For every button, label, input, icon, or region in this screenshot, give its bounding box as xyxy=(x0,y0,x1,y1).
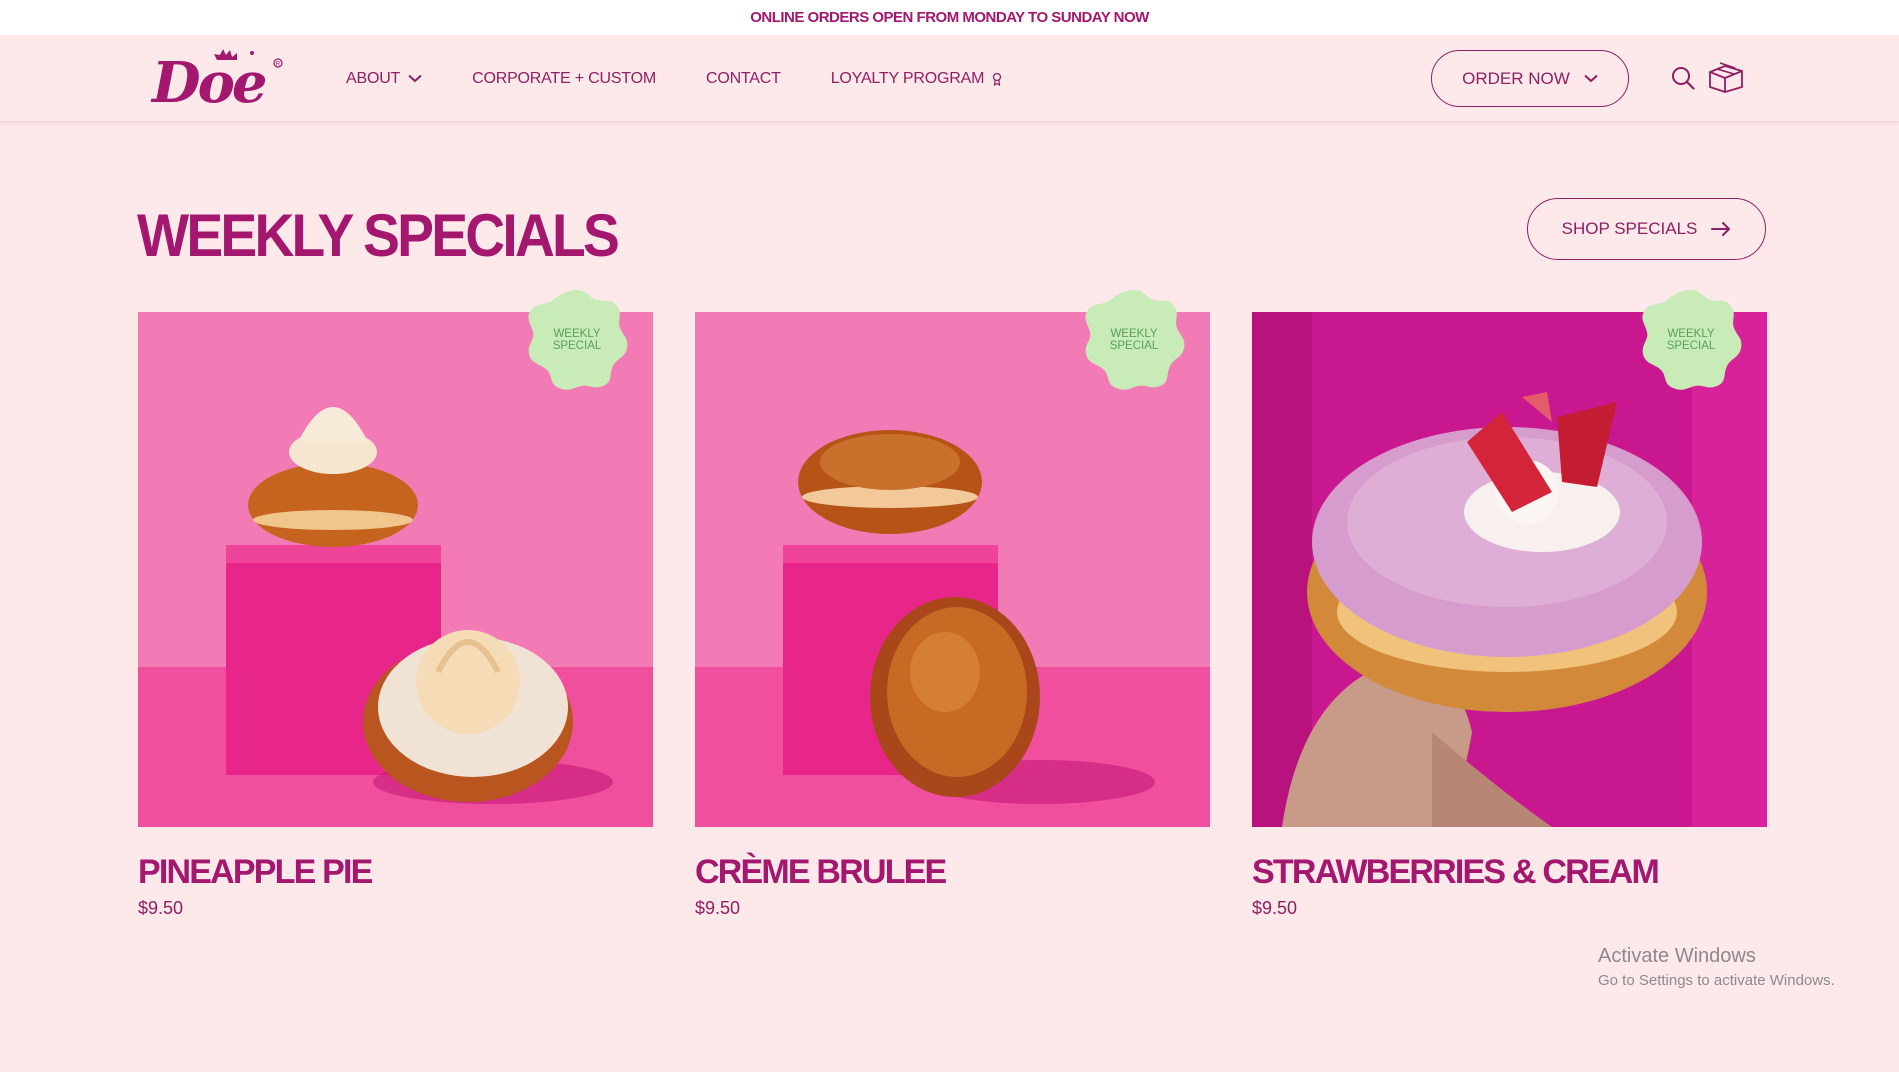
nav-item-label: CONTACT xyxy=(705,69,781,87)
watermark-subtitle: Go to Settings to activate Windows. xyxy=(1598,972,1835,989)
badge-line-2: SPECIAL xyxy=(1666,340,1716,352)
nav-item-label: CORPORATE + CUSTOM xyxy=(472,69,656,87)
badge-text: WEEKLY SPECIAL xyxy=(525,288,629,392)
section-title: WEEKLY SPECIALS xyxy=(137,202,620,269)
badge-line-1: WEEKLY xyxy=(553,328,601,340)
badge-text: WEEKLY SPECIAL xyxy=(1082,288,1186,392)
product-card[interactable]: STRAWBERRIES & CREAM $9.50 xyxy=(1252,312,1767,919)
order-now-label: ORDER NOW xyxy=(1462,68,1570,88)
watermark-title: Activate Windows xyxy=(1598,945,1756,967)
nav-item-contact[interactable]: CONTACT xyxy=(706,70,781,88)
box-icon[interactable] xyxy=(1707,61,1745,93)
search-icon[interactable] xyxy=(1671,66,1695,90)
award-icon xyxy=(993,72,1002,86)
svg-text:R: R xyxy=(276,62,281,68)
shop-specials-button[interactable]: SHOP SPECIALS xyxy=(1527,198,1766,260)
badge-line-1: WEEKLY xyxy=(1667,328,1715,340)
badge-line-2: SPECIAL xyxy=(552,340,602,352)
brand-logo[interactable]: Doe R xyxy=(150,47,286,116)
nav-item-label: LOYALTY PROGRAM xyxy=(830,69,985,87)
announcement-text: ONLINE ORDERS OPEN FROM MONDAY TO SUNDAY… xyxy=(750,9,1149,26)
arrow-right-icon xyxy=(1711,222,1731,236)
logo-graphic: Doe R xyxy=(150,49,283,116)
main-nav: ABOUT CORPORATE + CUSTOM CONTACT LOYALTY… xyxy=(346,35,1052,122)
order-now-button[interactable]: ORDER NOW xyxy=(1431,50,1629,107)
nav-item-label: ABOUT xyxy=(346,69,401,87)
activate-windows-watermark: Activate Windows Go to Settings to activ… xyxy=(1598,945,1835,989)
badge-line-1: WEEKLY xyxy=(1110,328,1158,340)
chevron-down-icon xyxy=(408,74,422,83)
weekly-special-badge: WEEKLY SPECIAL xyxy=(1639,288,1743,392)
nav-item-loyalty[interactable]: LOYALTY PROGRAM xyxy=(831,70,1003,88)
badge-line-2: SPECIAL xyxy=(1109,340,1159,352)
logo-text: Doe xyxy=(150,50,266,109)
product-price: $9.50 xyxy=(1252,898,1298,918)
nav-item-corporate[interactable]: CORPORATE + CUSTOM xyxy=(472,70,656,88)
badge-text: WEEKLY SPECIAL xyxy=(1639,288,1743,392)
product-card[interactable]: PINEAPPLE PIE $9.50 xyxy=(138,312,653,919)
shop-specials-label: SHOP SPECIALS xyxy=(1561,219,1698,238)
site-header: Doe R ABOUT CORPORATE + CUSTOM CONTACT L… xyxy=(0,35,1899,122)
product-name[interactable]: STRAWBERRIES & CREAM xyxy=(1252,853,1767,892)
weekly-special-badge: WEEKLY SPECIAL xyxy=(525,288,629,392)
chevron-down-icon xyxy=(1584,74,1598,83)
nav-item-about[interactable]: ABOUT xyxy=(346,70,422,88)
weekly-special-badge: WEEKLY SPECIAL xyxy=(1082,288,1186,392)
product-card[interactable]: CRÈME BRULEE $9.50 xyxy=(695,312,1210,919)
product-price: $9.50 xyxy=(695,898,741,918)
product-name[interactable]: CRÈME BRULEE xyxy=(695,853,1210,892)
announcement-bar: ONLINE ORDERS OPEN FROM MONDAY TO SUNDAY… xyxy=(0,0,1899,35)
product-price: $9.50 xyxy=(138,898,184,918)
product-name[interactable]: PINEAPPLE PIE xyxy=(138,853,653,892)
